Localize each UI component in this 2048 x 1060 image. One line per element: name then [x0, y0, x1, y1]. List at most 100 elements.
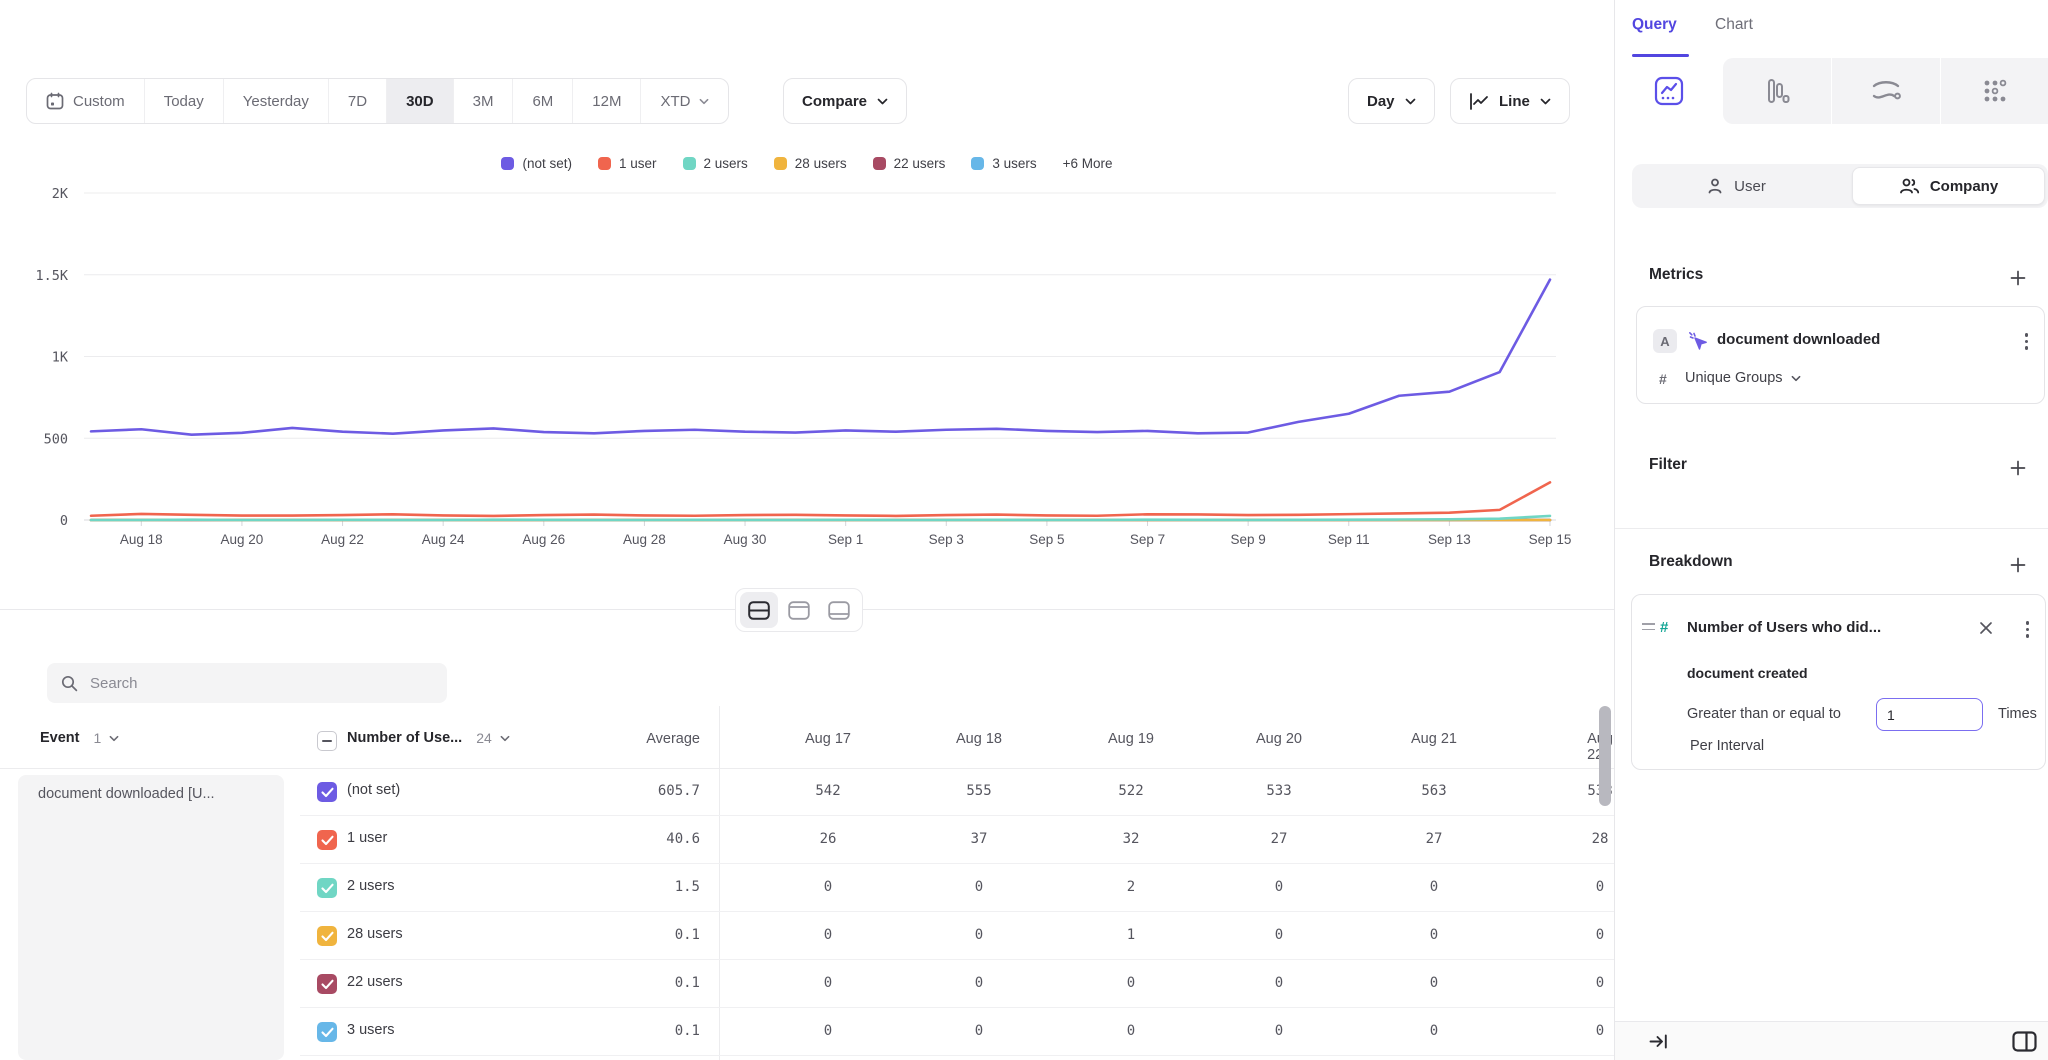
- breakdown-hash-icon: #: [1660, 619, 1668, 636]
- chart-type-grid-button[interactable]: [1941, 58, 2048, 124]
- search-input[interactable]: [90, 675, 420, 692]
- aggregation-dropdown[interactable]: Unique Groups: [1685, 370, 1801, 386]
- interval-dropdown[interactable]: Day: [1348, 78, 1435, 124]
- row-checkbox[interactable]: [317, 782, 337, 802]
- legend-item[interactable]: (not set): [501, 156, 572, 171]
- table-view-icon: [828, 601, 850, 620]
- chart-view-icon: [788, 601, 810, 620]
- row-cell: 0: [1596, 879, 1604, 895]
- row-checkbox[interactable]: [317, 1022, 337, 1042]
- range-button-12m[interactable]: 12M: [573, 79, 641, 123]
- breakdown-card[interactable]: # Number of Users who did... document cr…: [1631, 594, 2046, 770]
- select-all-checkbox[interactable]: [317, 731, 337, 751]
- metric-menu-button[interactable]: [2025, 333, 2029, 350]
- collapse-panel-icon[interactable]: [1649, 1033, 1668, 1050]
- dot-grid-chart-type-icon: [1981, 77, 2009, 105]
- range-label: Custom: [73, 93, 125, 110]
- range-button-custom[interactable]: Custom: [27, 79, 145, 123]
- analytics-app: Custom Today Yesterday 7D 30D 3M6M12MXTD Comp…: [0, 0, 2048, 1060]
- row-checkbox[interactable]: [317, 926, 337, 946]
- layout-chart-button[interactable]: [780, 592, 818, 628]
- breakdown-value-input[interactable]: [1876, 698, 1983, 731]
- x-axis-label: Sep 15: [1529, 532, 1572, 547]
- group-column-header[interactable]: Number of Use... 24: [347, 730, 510, 746]
- chart-type-dropdown[interactable]: Line: [1450, 78, 1570, 124]
- row-checkbox[interactable]: [317, 878, 337, 898]
- row-cell: 0: [824, 927, 832, 943]
- active-tab-underline: [1632, 54, 1689, 57]
- vertical-scrollbar[interactable]: [1599, 706, 1611, 806]
- panel-divider: [1615, 528, 2048, 529]
- legend-item[interactable]: 1 user: [598, 156, 657, 171]
- chart-type-bar-button[interactable]: [1723, 58, 1831, 124]
- table-row[interactable]: 1 user40.6263732272728: [0, 816, 1614, 864]
- add-filter-button[interactable]: [2006, 456, 2030, 480]
- chart-type-line-button[interactable]: [1615, 58, 1723, 124]
- breakdown-event-name[interactable]: document created: [1687, 665, 1808, 681]
- x-axis-label: Aug 20: [221, 532, 264, 547]
- table-row[interactable]: 3 users0.1000000: [0, 1008, 1614, 1056]
- chevron-down-icon: [1540, 98, 1551, 105]
- table-header: Event 1 Number of Use... 24 Average Aug …: [0, 718, 1614, 768]
- plus-icon: [2010, 270, 2026, 286]
- split-panel-icon[interactable]: [2012, 1031, 2037, 1052]
- row-cell: 1: [1127, 927, 1135, 943]
- row-cell: 563: [1421, 783, 1446, 799]
- series-line-1-user[interactable]: [91, 482, 1550, 516]
- legend-item[interactable]: 3 users: [971, 156, 1036, 171]
- metric-badge: A: [1653, 329, 1677, 353]
- range-button-30d[interactable]: 30D: [387, 79, 454, 123]
- range-label: Today: [164, 93, 204, 110]
- range-label: Yesterday: [243, 93, 309, 110]
- legend-item[interactable]: 28 users: [774, 156, 847, 171]
- chart-type-flow-button[interactable]: [1832, 58, 1940, 124]
- hash-icon: #: [1659, 371, 1667, 387]
- tab-chart[interactable]: Chart: [1715, 16, 1753, 34]
- drag-handle-icon[interactable]: [1642, 623, 1655, 630]
- x-axis-label: Aug 18: [120, 532, 163, 547]
- series-line--not-set-[interactable]: [91, 280, 1550, 435]
- layout-split-button[interactable]: [740, 592, 778, 628]
- compare-button[interactable]: Compare: [783, 78, 907, 124]
- breakdown-title[interactable]: Number of Users who did...: [1687, 619, 1881, 636]
- row-cell: 0: [1430, 927, 1438, 943]
- table-row[interactable]: 22 users0.1000000: [0, 960, 1614, 1008]
- table-row[interactable]: 2 users1.5002000: [0, 864, 1614, 912]
- legend-label: 3 users: [992, 156, 1036, 171]
- row-cell: 0: [824, 1023, 832, 1039]
- breakdown-menu-button[interactable]: [2026, 621, 2030, 638]
- row-checkbox[interactable]: [317, 974, 337, 994]
- legend-item[interactable]: 2 users: [683, 156, 748, 171]
- range-button-6m[interactable]: 6M: [513, 79, 573, 123]
- range-button-today[interactable]: Today: [145, 79, 224, 123]
- entity-option-user[interactable]: User: [1632, 164, 1840, 208]
- row-cell: 0: [1127, 1023, 1135, 1039]
- row-cell: 28: [1592, 831, 1609, 847]
- row-cell: 0: [1430, 975, 1438, 991]
- entity-option-company[interactable]: Company: [1852, 167, 2045, 205]
- add-breakdown-button[interactable]: [2006, 553, 2030, 577]
- range-button-7d[interactable]: 7D: [329, 79, 387, 123]
- range-button-xtd[interactable]: XTD: [641, 79, 728, 123]
- line-chart[interactable]: 05001K1.5K2KAug 18Aug 20Aug 22Aug 24Aug …: [0, 130, 1614, 560]
- add-metric-button[interactable]: [2006, 266, 2030, 290]
- row-checkbox[interactable]: [317, 830, 337, 850]
- range-button-3m[interactable]: 3M: [454, 79, 514, 123]
- range-label: 30D: [406, 93, 434, 110]
- metric-card[interactable]: A document downloaded # Unique Groups: [1636, 306, 2045, 404]
- metric-event-name[interactable]: document downloaded: [1717, 331, 1880, 348]
- chevron-down-icon: [109, 735, 119, 742]
- layout-table-button[interactable]: [820, 592, 858, 628]
- legend-more-button[interactable]: +6 More: [1063, 156, 1113, 171]
- table-row[interactable]: 28 users0.1001000: [0, 912, 1614, 960]
- tab-query[interactable]: Query: [1632, 16, 1677, 34]
- row-cell: 522: [1118, 783, 1143, 799]
- event-column-header[interactable]: Event 1: [40, 730, 119, 746]
- legend-item[interactable]: 22 users: [873, 156, 946, 171]
- search-box[interactable]: [47, 663, 447, 703]
- average-column-header: Average: [560, 731, 700, 747]
- close-icon[interactable]: [1979, 621, 1993, 635]
- legend-swatch: [683, 157, 696, 170]
- table-row[interactable]: (not set)605.7542555522533563538: [0, 768, 1614, 816]
- range-button-yesterday[interactable]: Yesterday: [224, 79, 329, 123]
